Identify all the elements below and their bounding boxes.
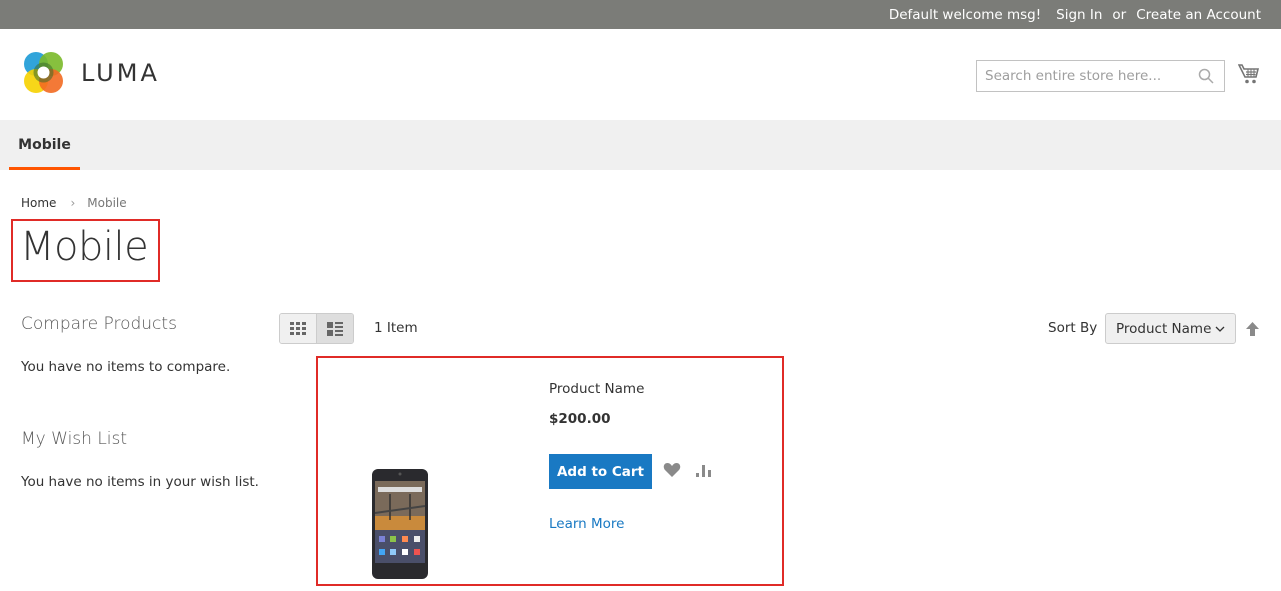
wishlist-title: My Wish List — [21, 429, 128, 449]
sort-by-select[interactable]: Product Name — [1105, 313, 1236, 344]
top-bar: Default welcome msg! Sign In or Create a… — [0, 0, 1281, 29]
search-icon[interactable] — [1198, 68, 1214, 84]
header-links: Default welcome msg! Sign In or Create a… — [889, 0, 1261, 29]
grid-icon — [289, 321, 306, 335]
page-title: Mobile — [20, 224, 149, 270]
sort-by-value: Product Name — [1116, 320, 1212, 337]
logo[interactable]: LUMA — [21, 50, 160, 95]
search-input[interactable] — [977, 61, 1182, 91]
list-icon — [326, 321, 343, 336]
search-box — [976, 60, 1225, 92]
cart-icon[interactable] — [1238, 63, 1260, 85]
logo-text: LUMA — [81, 58, 160, 87]
site-header: LUMA — [0, 29, 1281, 120]
breadcrumb-current: Mobile — [87, 196, 127, 210]
product-image-phone[interactable] — [370, 468, 430, 580]
sign-in-link[interactable]: Sign In — [1056, 7, 1102, 23]
sort-by-label: Sort By — [1048, 320, 1098, 336]
compare-products-title: Compare Products — [21, 314, 177, 334]
product-name-link[interactable]: Product Name — [549, 381, 644, 397]
chevron-down-icon — [1215, 326, 1225, 332]
nav-item-mobile[interactable]: Mobile — [9, 120, 80, 170]
add-to-cart-button[interactable]: Add to Cart — [549, 454, 652, 489]
list-mode-button[interactable] — [316, 314, 353, 343]
product-price: $200.00 — [549, 411, 611, 427]
toolbar-amount: 1 Item — [374, 320, 418, 336]
welcome-message: Default welcome msg! — [888, 6, 1042, 23]
or-text: or — [1112, 6, 1127, 23]
breadcrumb-separator-icon: › — [70, 196, 76, 210]
learn-more-link[interactable]: Learn More — [549, 516, 625, 532]
grid-mode-button[interactable] — [280, 314, 317, 343]
create-account-link[interactable]: Create an Account — [1136, 7, 1261, 23]
compare-empty-text: You have no items to compare. — [21, 359, 231, 375]
wishlist-empty-text: You have no items in your wish list. — [21, 474, 259, 490]
main-nav: Mobile — [0, 120, 1281, 170]
sort-direction-up-arrow-icon[interactable] — [1245, 321, 1260, 337]
breadcrumb: Home › Mobile — [21, 196, 127, 210]
view-mode-switcher — [279, 313, 354, 344]
heart-icon[interactable] — [663, 462, 681, 478]
luma-logo-icon — [24, 52, 63, 93]
breadcrumb-home[interactable]: Home — [21, 196, 56, 210]
compare-bar-chart-icon[interactable] — [695, 463, 713, 478]
